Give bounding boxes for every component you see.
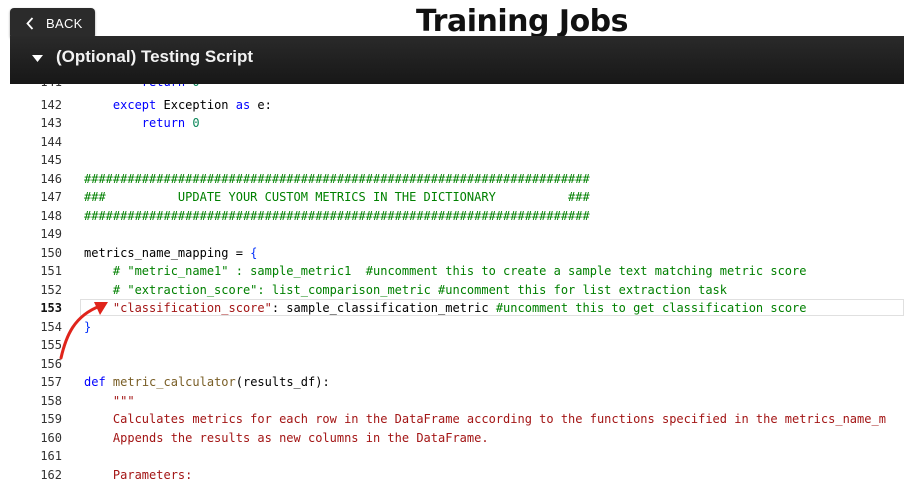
line-number: 161 xyxy=(40,449,62,463)
line-number: 142 xyxy=(40,97,62,112)
code-line[interactable]: 154} xyxy=(10,318,904,337)
code-line[interactable]: 158 """ xyxy=(10,392,904,411)
line-code: # "metric_name1" : sample_metric1 #uncom… xyxy=(112,264,807,278)
line-number: 160 xyxy=(40,430,62,445)
code-line[interactable]: 159 Calculates metrics for each row in t… xyxy=(10,410,904,429)
back-button[interactable]: BACK xyxy=(10,8,95,39)
line-number: 159 xyxy=(40,412,62,426)
code-editor[interactable]: 141 return 0142 except Exception as e:14… xyxy=(10,84,904,484)
line-number: 158 xyxy=(40,393,62,408)
code-line[interactable]: 161 xyxy=(10,447,904,466)
line-number: 155 xyxy=(40,338,62,352)
line-code: "classification_score": sample_classific… xyxy=(112,301,807,315)
chevron-left-icon xyxy=(26,17,34,30)
code-line[interactable]: 143 return 0 xyxy=(10,114,904,133)
line-number: 151 xyxy=(40,264,62,278)
line-code: ### UPDATE YOUR CUSTOM METRICS IN THE DI… xyxy=(84,190,590,204)
code-line[interactable]: 162 Parameters: xyxy=(10,466,904,484)
code-line[interactable]: 155 xyxy=(10,336,904,355)
code-line[interactable]: 156 xyxy=(10,355,904,374)
line-code: } xyxy=(84,319,92,334)
line-number: 145 xyxy=(40,153,62,167)
code-line[interactable]: 146 #####################################… xyxy=(10,170,904,189)
code-line[interactable]: 145 xyxy=(10,151,904,170)
line-code: ########################################… xyxy=(84,208,590,223)
line-number: 141 xyxy=(10,84,62,92)
line-code: metrics_name_mapping = { xyxy=(84,245,258,260)
code-line[interactable]: 152 # "extraction_score": list_compariso… xyxy=(10,281,904,300)
testing-script-section-toggle[interactable]: (Optional) Testing Script xyxy=(10,36,904,84)
code-line[interactable]: 151 # "metric_name1" : sample_metric1 #u… xyxy=(10,262,904,281)
code-line[interactable]: 150 metrics_name_mapping = { xyxy=(10,244,904,263)
caret-down-icon xyxy=(32,55,43,62)
line-number: 162 xyxy=(40,467,62,482)
line-code: Parameters: xyxy=(84,467,193,482)
code-line[interactable]: 149 xyxy=(10,225,904,244)
line-number: 156 xyxy=(40,356,62,371)
code-line[interactable]: 147 ### UPDATE YOUR CUSTOM METRICS IN THE… xyxy=(10,188,904,207)
page-title: Training Jobs xyxy=(416,4,629,39)
line-code: return 0 xyxy=(84,84,200,92)
line-code: except Exception as e: xyxy=(112,97,272,112)
line-code: """ xyxy=(112,393,135,408)
back-button-label: BACK xyxy=(46,16,83,31)
line-code: Calculates metrics for each row in the D… xyxy=(84,412,886,426)
code-line[interactable]: 144 xyxy=(10,133,904,152)
line-code: # "extraction_score": list_comparison_me… xyxy=(112,282,727,297)
line-code: Appends the results as new columns in th… xyxy=(84,430,489,445)
line-number: 153 xyxy=(40,301,62,315)
line-code: def metric_calculator(results_df): xyxy=(84,375,330,389)
line-number: 144 xyxy=(40,134,62,149)
line-code: return 0 xyxy=(141,116,200,130)
line-number: 152 xyxy=(40,282,62,297)
line-number: 143 xyxy=(40,116,62,130)
line-number: 148 xyxy=(40,208,62,223)
code-line[interactable]: 142 except Exception as e: xyxy=(10,96,904,115)
line-number: 157 xyxy=(40,375,62,389)
line-number: 154 xyxy=(40,319,62,334)
line-number: 150 xyxy=(40,245,62,260)
line-number: 146 xyxy=(40,171,62,186)
code-line[interactable]: 157 def metric_calculator(results_df): xyxy=(10,373,904,392)
code-line[interactable]: 153 "classification_score": sample_class… xyxy=(10,299,904,318)
code-line[interactable]: 148 #####################################… xyxy=(10,207,904,226)
line-number: 149 xyxy=(40,227,62,241)
line-number: 147 xyxy=(40,190,62,204)
code-line[interactable]: 160 Appends the results as new columns i… xyxy=(10,429,904,448)
line-code: ########################################… xyxy=(84,171,590,186)
section-title: (Optional) Testing Script xyxy=(56,47,254,66)
code-line[interactable]: 141 return 0 xyxy=(10,84,904,92)
